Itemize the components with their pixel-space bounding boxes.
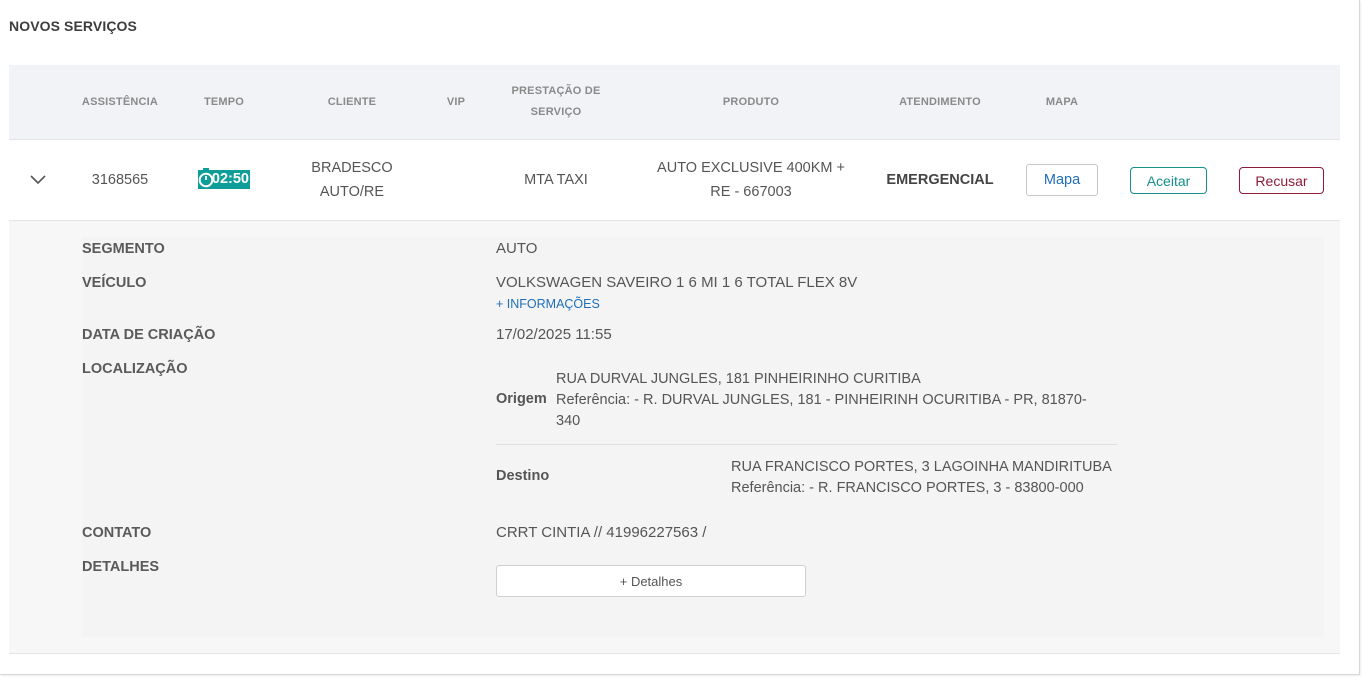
header-prestacao-line2: SERVIÇO bbox=[530, 106, 582, 118]
label-veiculo: VEÍCULO bbox=[82, 275, 147, 291]
more-info-link[interactable]: + INFORMAÇÕES bbox=[496, 297, 600, 311]
cell-cliente-line1: BRADESCO bbox=[311, 160, 393, 176]
origem-reference-line2: 340 bbox=[556, 413, 581, 429]
origem-address: RUA DURVAL JUNGLES, 181 PINHEIRINHO CURI… bbox=[556, 371, 921, 387]
cell-cliente-line2: AUTO/RE bbox=[319, 184, 385, 200]
header-atendimento: ATENDIMENTO bbox=[899, 96, 981, 108]
cell-atendimento: EMERGENCIAL bbox=[886, 172, 994, 188]
header-tempo: TEMPO bbox=[203, 96, 245, 108]
label-segmento: SEGMENTO bbox=[82, 241, 165, 257]
header-produto: PRODUTO bbox=[722, 96, 780, 108]
destino-reference: Referência: - R. FRANCISCO PORTES, 3 - 8… bbox=[731, 480, 1084, 496]
map-button[interactable]: Mapa bbox=[1026, 164, 1098, 196]
origem-label: Origem bbox=[496, 391, 547, 407]
details-panel: SEGMENTO AUTO VEÍCULO VOLKSWAGEN SAVEIRO… bbox=[82, 237, 1324, 637]
cell-prestacao: MTA TAXI bbox=[524, 172, 588, 188]
label-data-criacao: DATA DE CRIAÇÃO bbox=[82, 327, 216, 343]
header-mapa: MAPA bbox=[1045, 96, 1079, 108]
origem-reference-line1: Referência: - R. DURVAL JUNGLES, 181 - P… bbox=[556, 392, 1087, 408]
timer-badge: 02:50 bbox=[198, 168, 250, 189]
value-veiculo: VOLKSWAGEN SAVEIRO 1 6 MI 1 6 TOTAL FLEX… bbox=[496, 274, 858, 291]
label-localizacao: LOCALIZAÇÃO bbox=[82, 361, 188, 377]
timer-value: 02:50 bbox=[211, 171, 249, 187]
destino-address: RUA FRANCISCO PORTES, 3 LAGOINHA MANDIRI… bbox=[731, 459, 1112, 475]
header-prestacao-line1: PRESTAÇÃO DE bbox=[511, 85, 601, 97]
label-contato: CONTATO bbox=[82, 525, 152, 541]
value-segmento: AUTO bbox=[496, 240, 538, 257]
cell-produto-line1: AUTO EXCLUSIVE 400KM + bbox=[657, 160, 845, 176]
services-card: NOVOS SERVIÇOS ASSISTÊNCIA TEMPO CLIENTE… bbox=[0, 0, 1360, 675]
details-button[interactable]: + Detalhes bbox=[496, 565, 806, 597]
refuse-button[interactable]: Recusar bbox=[1239, 167, 1324, 194]
cell-assistencia: 3168565 bbox=[91, 172, 149, 188]
stopwatch-icon bbox=[198, 168, 215, 188]
location-divider bbox=[496, 444, 1117, 445]
section-title: NOVOS SERVIÇOS bbox=[9, 18, 137, 34]
header-cliente: CLIENTE bbox=[327, 96, 377, 108]
value-contato: CRRT CINTIA // 41996227563 / bbox=[496, 524, 707, 541]
value-data-criacao: 17/02/2025 11:55 bbox=[496, 326, 612, 343]
row-details: SEGMENTO AUTO VEÍCULO VOLKSWAGEN SAVEIRO… bbox=[9, 221, 1340, 654]
accept-button[interactable]: Aceitar bbox=[1130, 167, 1207, 194]
header-vip: VIP bbox=[446, 96, 466, 108]
header-assistencia: ASSISTÊNCIA bbox=[81, 96, 159, 108]
chevron-down-icon[interactable] bbox=[29, 172, 47, 186]
table-header: ASSISTÊNCIA TEMPO CLIENTE VIP PRESTAÇÃO … bbox=[9, 65, 1340, 140]
label-detalhes: DETALHES bbox=[82, 559, 160, 575]
destino-label: Destino bbox=[496, 468, 550, 484]
cell-produto-line2: RE - 667003 bbox=[710, 184, 792, 200]
table-row: 3168565 02:50 BRADESCO AUTO/RE MTA TAXI … bbox=[9, 140, 1340, 221]
